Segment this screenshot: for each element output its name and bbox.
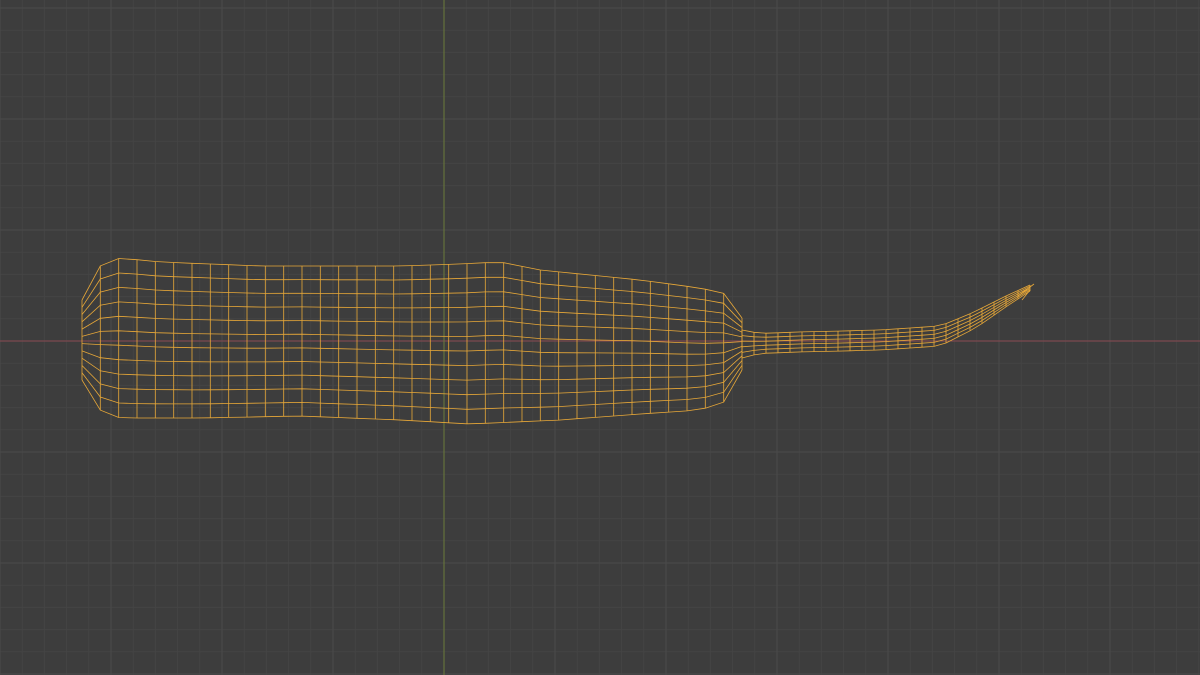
3d-viewport[interactable]: [0, 0, 1200, 675]
grid-major-lines: [0, 0, 1200, 675]
mesh-edge-loop: [741, 284, 1031, 334]
grid-minor-lines: [0, 0, 1200, 675]
viewport-canvas[interactable]: [0, 0, 1200, 675]
